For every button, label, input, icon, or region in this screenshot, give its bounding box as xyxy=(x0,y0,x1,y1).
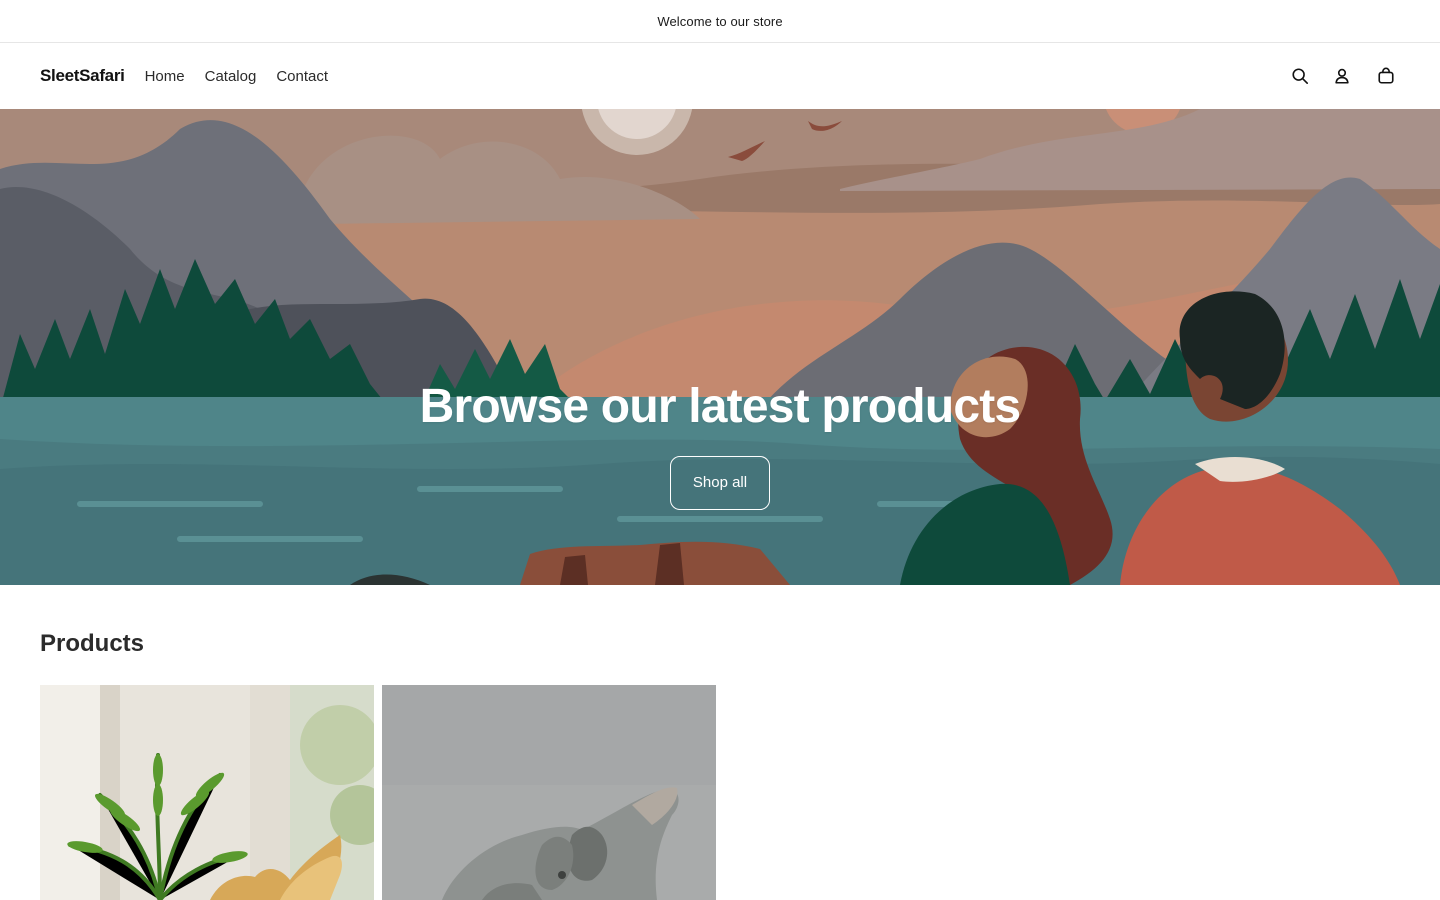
search-icon[interactable] xyxy=(1288,64,1312,88)
nav-home[interactable]: Home xyxy=(145,68,185,85)
product-image-1 xyxy=(40,685,374,900)
cart-icon[interactable] xyxy=(1374,64,1398,88)
nav-contact[interactable]: Contact xyxy=(276,68,328,85)
nav-catalog[interactable]: Catalog xyxy=(205,68,257,85)
hero-illustration xyxy=(0,109,1440,585)
shop-all-button[interactable]: Shop all xyxy=(670,456,770,510)
hero-content: Browse our latest products Shop all xyxy=(0,379,1440,510)
product-card[interactable] xyxy=(382,685,716,900)
product-grid xyxy=(40,685,716,900)
site-header: SleetSafari Home Catalog Contact xyxy=(0,43,1440,109)
header-icons xyxy=(1288,64,1400,88)
announcement-bar: Welcome to our store xyxy=(0,0,1440,43)
hero-banner: Browse our latest products Shop all xyxy=(0,109,1440,585)
product-card[interactable] xyxy=(40,685,374,900)
product-image-2 xyxy=(382,685,716,900)
products-heading: Products xyxy=(40,630,145,657)
main-nav: Home Catalog Contact xyxy=(145,68,348,85)
announcement-text: Welcome to our store xyxy=(657,13,783,29)
store-logo[interactable]: SleetSafari xyxy=(40,66,125,86)
hero-title: Browse our latest products xyxy=(419,380,1021,433)
account-icon[interactable] xyxy=(1330,64,1354,88)
